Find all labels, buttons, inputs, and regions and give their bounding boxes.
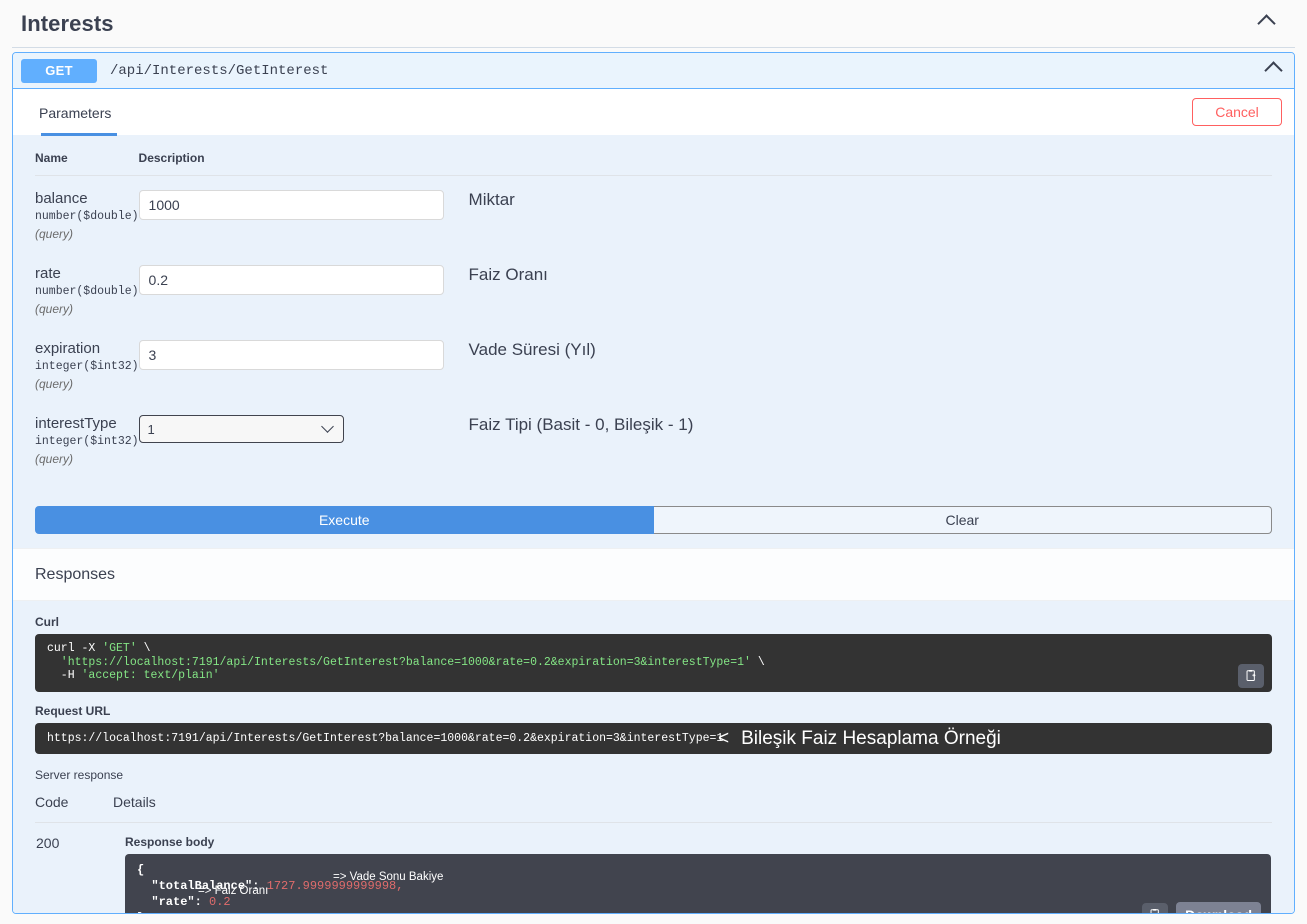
parameter-control-rate (138, 251, 469, 326)
column-header-description: Description (138, 145, 1272, 176)
operation-summary[interactable]: GET /api/Interests/GetInterest (13, 53, 1294, 89)
json-line-totalbalance: "totalBalance": 1727.9999999999998, (137, 878, 1259, 894)
parameter-name: expiration (35, 340, 101, 357)
parameter-name: rate (35, 265, 61, 282)
tag-header: Interests (12, 0, 1295, 48)
http-method-badge: GET (21, 58, 97, 83)
curl-line-2: 'https://localhost:7191/api/Interests/Ge… (47, 656, 1262, 670)
operation-block: GET /api/Interests/GetInterest Parameter… (12, 52, 1295, 914)
annotation-total-balance: => Vade Sonu Bakiye (333, 871, 444, 883)
response-body-block: { "totalBalance": 1727.9999999999998, "r… (125, 853, 1271, 914)
response-body-actions: Download (1142, 901, 1261, 913)
request-url-block: https://localhost:7191/api/Interests/Get… (35, 722, 1272, 754)
annotation-request-url: < Bileşik Faiz Hesaplama Örneği (718, 728, 1001, 750)
expiration-input[interactable] (138, 340, 444, 370)
clipboard-copy-icon (1246, 669, 1256, 681)
operation-body: Parameters Cancel Name Description balan… (13, 89, 1294, 914)
parameter-type: number($double) (35, 210, 139, 223)
parameter-type: number($double) (35, 285, 139, 298)
curl-label: Curl (35, 615, 59, 629)
parameters-table: Name Description balance number($double)… (35, 145, 1272, 476)
response-status-code: 200 (36, 834, 60, 851)
parameter-location: (query) (35, 302, 74, 316)
server-response-label: Server response (35, 767, 124, 782)
response-body-label: Response body (125, 834, 215, 849)
annotation-arrow: < (718, 728, 730, 749)
table-row: 200 Response body { "totalBalance": 1727… (35, 822, 1272, 914)
tabs-row: Parameters Cancel (13, 89, 1294, 136)
cancel-button[interactable]: Cancel (1192, 98, 1282, 126)
parameter-description-rate: Faiz Oranı (468, 265, 548, 284)
json-line-rate: "rate": 0.2 (137, 894, 1259, 910)
parameter-location: (query) (35, 452, 74, 466)
swagger-ui-page: Interests GET /api/Interests/GetInterest… (0, 0, 1307, 924)
response-details-cell: Response body { "totalBalance": 1727.999… (113, 822, 1272, 914)
column-header-name: Name (35, 145, 139, 176)
parameter-name: interestType (35, 415, 117, 432)
annotation-rate: => Faiz Oranı (198, 885, 269, 897)
interesttype-select-wrapper: 1 (138, 415, 344, 443)
curl-url: 'https://localhost:7191/api/Interests/Ge… (47, 655, 751, 669)
table-row: interestType integer($int32) (query) 1 F… (35, 401, 1272, 476)
table-row: balance number($double) (query) Miktar (35, 176, 1272, 252)
curl-line-1: curl -X 'GET' \ (47, 642, 1262, 656)
table-row: rate number($double) (query) Faiz Oranı (35, 251, 1272, 326)
column-header-details: Details (113, 789, 1272, 823)
operation-path: /api/Interests/GetInterest (110, 62, 329, 79)
parameter-name: balance (35, 190, 88, 207)
parameter-type: integer($int32) (35, 435, 139, 448)
curl-header-flag: -H (47, 669, 82, 682)
responses-title: Responses (35, 566, 116, 583)
tab-active-underline (41, 133, 117, 136)
curl-method: 'GET' (102, 642, 137, 655)
json-close-brace: } (137, 910, 1259, 914)
parameter-type: integer($int32) (35, 360, 139, 373)
parameter-meta-interesttype: interestType integer($int32) (query) (35, 401, 139, 476)
request-url-label: Request URL (35, 703, 111, 718)
parameters-table-header: Name Description (35, 145, 1272, 176)
parameter-location: (query) (35, 377, 74, 391)
curl-header-value: 'accept: text/plain' (81, 669, 220, 682)
tag-collapse-button[interactable] (1257, 11, 1295, 36)
operation-collapse-button[interactable] (1264, 58, 1284, 83)
copy-curl-button[interactable] (1238, 663, 1264, 688)
parameter-description-interesttype: Faiz Tipi (Basit - 0, Bileşik - 1) (468, 415, 694, 434)
json-key-rate: "rate": (151, 894, 202, 909)
interesttype-select[interactable]: 1 (138, 415, 344, 443)
table-row: expiration integer($int32) (query) Vade … (35, 326, 1272, 401)
curl-code-block: curl -X 'GET' \ 'https://localhost:7191/… (35, 634, 1272, 692)
column-header-code: Code (35, 789, 113, 823)
execute-button[interactable]: Execute (35, 506, 654, 534)
chevron-up-icon (1264, 58, 1284, 78)
curl-continuation: \ (750, 655, 765, 669)
response-table-header: Code Details (35, 789, 1272, 823)
curl-command: curl -X (47, 642, 103, 655)
balance-input[interactable] (138, 190, 444, 220)
rate-input[interactable] (138, 265, 444, 295)
chevron-up-icon (1257, 11, 1277, 31)
responses-body: Curl curl -X 'GET' \ 'https://localhost:… (13, 601, 1294, 914)
parameter-location: (query) (35, 227, 74, 241)
parameter-control-expiration (138, 326, 469, 401)
curl-continuation: \ (136, 642, 151, 655)
curl-line-3: -H 'accept: text/plain' (47, 669, 1262, 683)
tab-parameters[interactable]: Parameters (35, 105, 115, 133)
parameter-description-expiration: Vade Süresi (Yıl) (468, 340, 596, 359)
parameters-section: Name Description balance number($double)… (13, 135, 1294, 476)
json-open-brace: { (137, 862, 145, 877)
copy-response-button[interactable] (1142, 902, 1169, 913)
parameter-control-balance (138, 176, 469, 252)
parameter-meta-rate: rate number($double) (query) (35, 251, 139, 326)
page-title: Interests (21, 10, 114, 36)
parameter-description-balance: Miktar (468, 190, 515, 209)
download-button[interactable]: Download (1176, 901, 1261, 913)
execute-row: Execute Clear (13, 476, 1294, 548)
parameter-meta-balance: balance number($double) (query) (35, 176, 139, 252)
annotation-request-url-text: Bileşik Faiz Hesaplama Örneği (741, 728, 1001, 749)
clipboard-copy-icon (1150, 908, 1159, 913)
parameter-meta-expiration: expiration integer($int32) (query) (35, 326, 139, 401)
responses-header: Responses (13, 548, 1294, 601)
parameter-control-interesttype: 1 (138, 401, 469, 476)
clear-button[interactable]: Clear (653, 506, 1272, 534)
